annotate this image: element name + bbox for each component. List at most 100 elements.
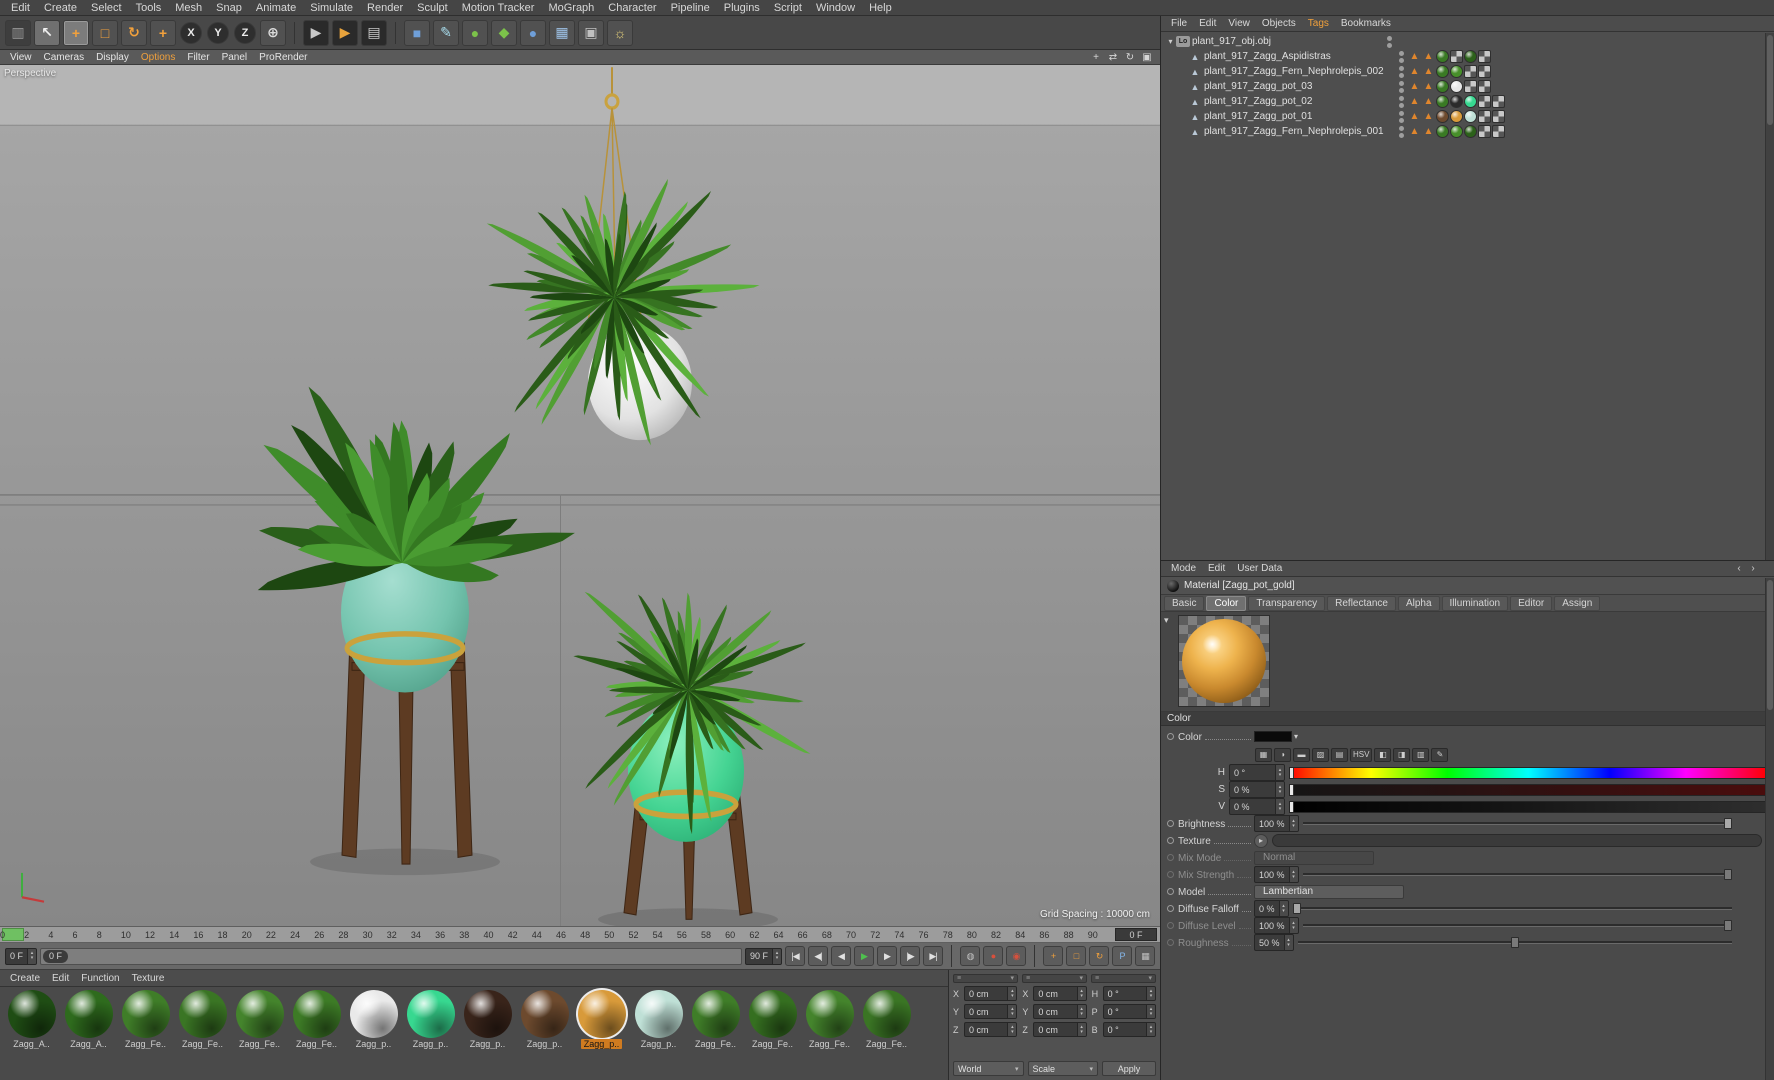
- prev-key-button[interactable]: ◀|: [808, 946, 828, 966]
- lock-z-axis-button[interactable]: Z: [234, 21, 256, 44]
- texture-tag-icon[interactable]: [1436, 125, 1449, 138]
- uvw-tag-icon[interactable]: [1492, 110, 1505, 123]
- visibility-toggles[interactable]: [1394, 110, 1408, 123]
- texture-tag-icon[interactable]: [1436, 110, 1449, 123]
- spinner-arrows-icon[interactable]: [27, 948, 37, 964]
- spinner-arrows-icon[interactable]: [1007, 1005, 1017, 1018]
- play-button[interactable]: ▶: [854, 946, 874, 966]
- spinner-arrows-icon[interactable]: [1145, 1005, 1155, 1018]
- add-instance-button[interactable]: ▦: [549, 19, 575, 46]
- texture-tag-icon[interactable]: [1464, 95, 1477, 108]
- expand-toggle[interactable]: [1165, 37, 1176, 46]
- menubar-create[interactable]: Create: [37, 2, 84, 14]
- scrollbar-thumb[interactable]: [1767, 35, 1773, 125]
- tab-illumination[interactable]: Illumination: [1441, 595, 1509, 611]
- menubar-plugins[interactable]: Plugins: [717, 2, 767, 14]
- visibility-toggles[interactable]: [1394, 80, 1408, 93]
- color-from-image-icon[interactable]: ▨: [1312, 747, 1329, 762]
- object-manager-menu-edit[interactable]: Edit: [1193, 18, 1222, 29]
- add-spline-button[interactable]: ✎: [433, 19, 459, 46]
- object-manager-menu-tags[interactable]: Tags: [1302, 18, 1335, 29]
- material-item[interactable]: Zagg_Fe..: [289, 990, 344, 1049]
- texture-tag-icon[interactable]: [1450, 95, 1463, 108]
- rgb-sliders-icon[interactable]: ◧: [1374, 747, 1392, 762]
- rotation-p-field[interactable]: 0 °: [1102, 1004, 1156, 1019]
- viewport-menu-view[interactable]: View: [4, 52, 38, 63]
- object-row[interactable]: plant_917_Zagg_Aspidistras: [1161, 49, 1774, 64]
- viewport-menu-cameras[interactable]: Cameras: [38, 52, 91, 63]
- coordinates-scale-dropdown[interactable]: Scale: [1027, 1061, 1098, 1076]
- tab-reflectance[interactable]: Reflectance: [1327, 595, 1396, 611]
- slider-handle[interactable]: [1724, 818, 1732, 829]
- spinner-arrows-icon[interactable]: [1288, 867, 1298, 882]
- spinner-arrows-icon[interactable]: [772, 948, 781, 964]
- prev-frame-button[interactable]: ◀: [831, 946, 851, 966]
- menubar-sculpt[interactable]: Sculpt: [410, 2, 455, 14]
- phong-tag-icon[interactable]: [1408, 50, 1421, 63]
- spinner-arrows-icon[interactable]: [1076, 1005, 1086, 1018]
- keyframe-rotation-toggle[interactable]: ↻: [1089, 946, 1109, 966]
- menubar-animate[interactable]: Animate: [249, 2, 303, 14]
- spinner-arrows-icon[interactable]: [1288, 816, 1298, 831]
- phong-tag-icon[interactable]: [1408, 65, 1421, 78]
- spinner-arrows-icon[interactable]: [1288, 918, 1298, 933]
- viewport-menu-panel[interactable]: Panel: [216, 52, 254, 63]
- tab-basic[interactable]: Basic: [1164, 595, 1205, 611]
- add-field-button[interactable]: ◆: [491, 19, 517, 46]
- brightness-slider[interactable]: [1302, 817, 1732, 830]
- menubar-character[interactable]: Character: [601, 2, 663, 14]
- next-key-button[interactable]: |▶: [900, 946, 920, 966]
- animate-dot[interactable]: [1167, 820, 1174, 827]
- end-frame-field[interactable]: 90 F: [744, 947, 782, 965]
- texture-tag-icon[interactable]: [1436, 95, 1449, 108]
- menubar-pipeline[interactable]: Pipeline: [664, 2, 717, 14]
- texture-tag-icon[interactable]: [1450, 65, 1463, 78]
- keyframe-selection-button[interactable]: ◍: [960, 946, 980, 966]
- menubar-script[interactable]: Script: [767, 2, 809, 14]
- viewport-canvas[interactable]: [0, 65, 1160, 926]
- phong-tag-icon[interactable]: [1408, 95, 1421, 108]
- material-item[interactable]: Zagg_A..: [61, 990, 116, 1049]
- uvw-tag-icon[interactable]: [1478, 125, 1491, 138]
- visibility-toggles[interactable]: [1382, 35, 1396, 48]
- material-item[interactable]: Zagg_Fe..: [688, 990, 743, 1049]
- position-z-field[interactable]: 0 cm: [964, 1022, 1018, 1037]
- spinner-arrows-icon[interactable]: [1278, 901, 1288, 916]
- phong-tag-icon[interactable]: [1408, 125, 1421, 138]
- animate-dot[interactable]: [1167, 733, 1174, 740]
- object-manager-scrollbar[interactable]: [1765, 33, 1774, 560]
- diffuse-level-field[interactable]: 100 %: [1254, 917, 1299, 934]
- menubar-select[interactable]: Select: [84, 2, 129, 14]
- v-gradient-slider[interactable]: [1289, 800, 1768, 813]
- render-view-button[interactable]: ▶: [303, 19, 329, 46]
- uvw-tag-icon[interactable]: [1450, 50, 1463, 63]
- v-value-field[interactable]: 0 %: [1229, 798, 1285, 815]
- keyframe-scale-toggle[interactable]: □: [1066, 946, 1086, 966]
- phong-tag-icon[interactable]: [1408, 110, 1421, 123]
- history-back-icon[interactable]: ‹: [1734, 563, 1744, 574]
- size-z-field[interactable]: 0 cm: [1033, 1022, 1087, 1037]
- uvw-tag-icon[interactable]: [1492, 125, 1505, 138]
- menubar-edit[interactable]: Edit: [4, 2, 37, 14]
- scrollbar-thumb[interactable]: [1767, 580, 1773, 710]
- model-dropdown[interactable]: Lambertian: [1254, 884, 1404, 899]
- tab-color[interactable]: Color: [1206, 595, 1247, 611]
- h-gradient-slider[interactable]: [1289, 766, 1768, 779]
- section-header[interactable]: Color: [1161, 712, 1774, 726]
- add-light-button[interactable]: ☼: [607, 19, 633, 46]
- texture-tag-icon[interactable]: [1436, 65, 1449, 78]
- tab-assign[interactable]: Assign: [1554, 595, 1601, 611]
- mix-strength-field[interactable]: 100 %: [1254, 866, 1299, 883]
- material-item[interactable]: Zagg_Fe..: [118, 990, 173, 1049]
- phong-tag-icon[interactable]: [1408, 80, 1421, 93]
- spinner-arrows-icon[interactable]: [1007, 1023, 1017, 1036]
- texture-tag-icon[interactable]: [1450, 80, 1463, 93]
- material-menu-texture[interactable]: Texture: [126, 973, 171, 984]
- texture-tag-icon[interactable]: [1464, 50, 1477, 63]
- position-y-field[interactable]: 0 cm: [964, 1004, 1018, 1019]
- material-item[interactable]: Zagg_Fe..: [232, 990, 287, 1049]
- lock-y-axis-button[interactable]: Y: [207, 21, 229, 44]
- spinner-arrows-icon[interactable]: [1283, 935, 1293, 950]
- visibility-toggles[interactable]: [1394, 95, 1408, 108]
- phong-tag-icon[interactable]: [1422, 65, 1435, 78]
